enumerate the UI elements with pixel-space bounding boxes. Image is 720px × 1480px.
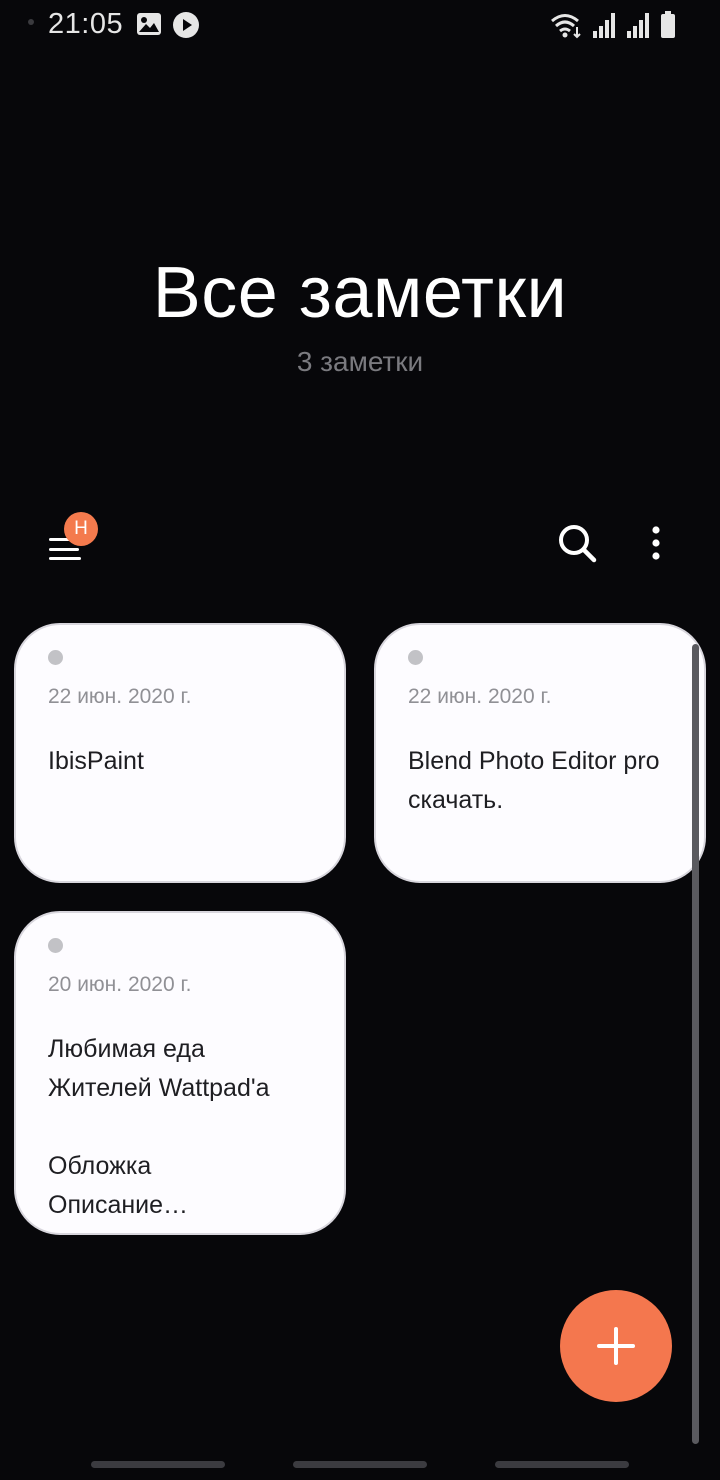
note-line: Любимая еда <box>48 1035 205 1063</box>
note-date: 22 июн. 2020 г. <box>48 685 192 708</box>
note-line: Жителей Wattpad'a <box>48 1074 270 1102</box>
note-text: IbisPaint <box>48 742 320 781</box>
note-line <box>48 1108 320 1147</box>
gallery-icon <box>137 13 161 35</box>
battery-icon <box>661 11 675 38</box>
page-title: Все заметки <box>152 253 568 333</box>
note-line: Обложка <box>48 1152 152 1180</box>
nav-home-button[interactable] <box>293 1461 427 1468</box>
signal-icon <box>627 13 649 38</box>
status-bar: 21:05 <box>0 0 720 50</box>
nav-recents-button[interactable] <box>91 1461 225 1468</box>
play-icon <box>173 12 199 38</box>
notes-screen: 21:05 Все заметки 3 заметки Н 22 июн. 20… <box>0 0 720 1480</box>
note-date: 22 июн. 2020 г. <box>408 685 552 708</box>
add-note-button[interactable] <box>560 1290 672 1402</box>
status-icons <box>550 11 676 39</box>
signal-icon <box>593 13 615 38</box>
menu-button[interactable]: Н <box>40 512 100 570</box>
note-line: Описание… <box>48 1191 189 1219</box>
search-icon[interactable] <box>554 520 600 566</box>
note-card[interactable]: 22 июн. 2020 г. IbisPaint <box>14 623 346 883</box>
note-color-dot <box>408 650 423 665</box>
scrollbar[interactable] <box>692 644 699 1444</box>
note-card[interactable]: 22 июн. 2020 г. Blend Photo Editor pro с… <box>374 623 706 883</box>
status-time: 21:05 <box>48 8 124 40</box>
more-vertical-icon[interactable] <box>638 520 674 566</box>
note-text: Blend Photo Editor pro скачать. <box>408 742 680 820</box>
notification-dot <box>28 19 34 25</box>
note-card[interactable]: 20 июн. 2020 г. Любимая еда Жителей Watt… <box>14 911 346 1235</box>
wifi-icon <box>551 14 581 39</box>
note-line: IbisPaint <box>48 747 144 775</box>
nav-back-button[interactable] <box>495 1461 629 1468</box>
note-color-dot <box>48 938 63 953</box>
menu-badge: Н <box>64 512 98 546</box>
notes-count: 3 заметки <box>296 346 424 377</box>
note-text: Любимая еда Жителей Wattpad'a Обложка Оп… <box>48 1030 320 1225</box>
note-date: 20 июн. 2020 г. <box>48 973 192 996</box>
note-line: скачать. <box>408 786 504 814</box>
note-color-dot <box>48 650 63 665</box>
note-line: Blend Photo Editor pro <box>408 747 660 775</box>
